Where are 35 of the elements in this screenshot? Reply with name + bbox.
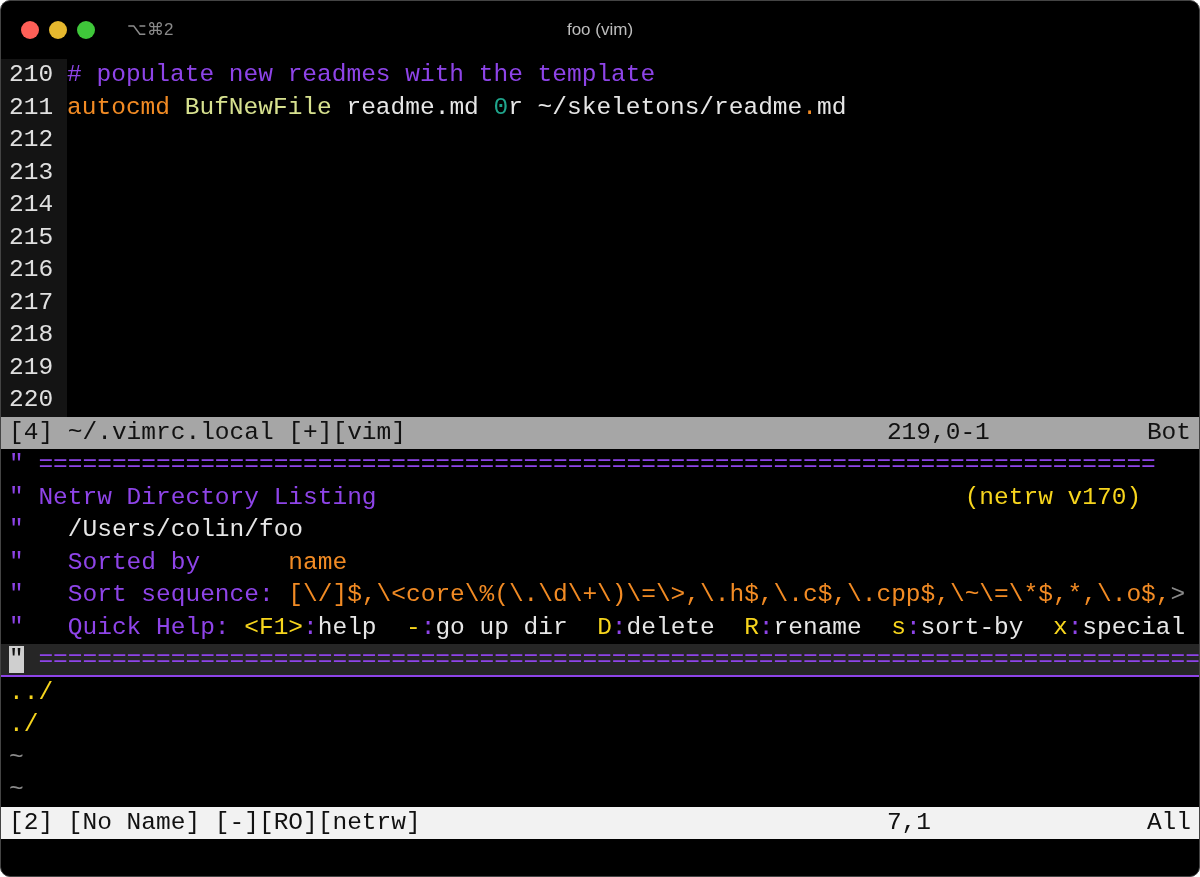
line-number: 215 xyxy=(1,221,68,254)
code-line: # populate new readmes with the template xyxy=(67,60,656,90)
code-line: " Sort sequence: [\/]$,\<core\%(\.\d\+\)\=\>,\.h$,\.c$,\.cpp$,\~\=\*$,*,\.o$,> xyxy=(9,580,1186,610)
code-line: " Sorted by name xyxy=(9,547,348,578)
code-line: autocmd BufNewFile readme.md 0r ~/skeletons/readme.md xyxy=(67,92,847,123)
code-line: " Quick Help: <F1>:help -:go up dir D:delete R:rename s:sort-by x:special xyxy=(9,612,1186,643)
window-title: foo (vim) xyxy=(566,19,634,42)
code-line: ../ xyxy=(9,677,54,708)
line-number: 213 xyxy=(1,156,68,189)
tab-shortcut: ⌥⌘2 xyxy=(127,19,174,42)
line-number: 210 xyxy=(1,59,68,92)
code-line: ~ xyxy=(9,775,24,805)
code-line: ./ xyxy=(9,710,39,740)
code-line: ~ xyxy=(9,742,24,773)
status-scroll: Bot xyxy=(1146,417,1191,448)
status-file: [2] [No Name] [-][RO][netrw] xyxy=(9,807,421,838)
line-number: 220 xyxy=(1,384,68,417)
line-number: 217 xyxy=(1,286,68,319)
code-line: " Netrw Directory Listing (netrw v170) xyxy=(9,482,1142,513)
code-line: " =============================================================================== xyxy=(9,645,1199,675)
code-line: " ============================================================================ xyxy=(9,450,1156,480)
line-number: 211 xyxy=(1,91,68,124)
status-position: 219,0-1 xyxy=(886,417,991,448)
status-position: 7,1 xyxy=(886,807,932,838)
line-number: 218 xyxy=(1,319,68,352)
line-number: 212 xyxy=(1,124,68,157)
code-line: " /Users/colin/foo xyxy=(9,515,304,545)
zoom-button[interactable] xyxy=(77,21,95,39)
minimize-button[interactable] xyxy=(49,21,67,39)
line-number: 216 xyxy=(1,254,68,287)
status-file: [4] ~/.vimrc.local [+][vim] xyxy=(9,417,406,448)
status-scroll: All xyxy=(1146,807,1191,838)
line-number: 219 xyxy=(1,351,68,384)
close-button[interactable] xyxy=(21,21,39,39)
line-number: 214 xyxy=(1,189,68,222)
